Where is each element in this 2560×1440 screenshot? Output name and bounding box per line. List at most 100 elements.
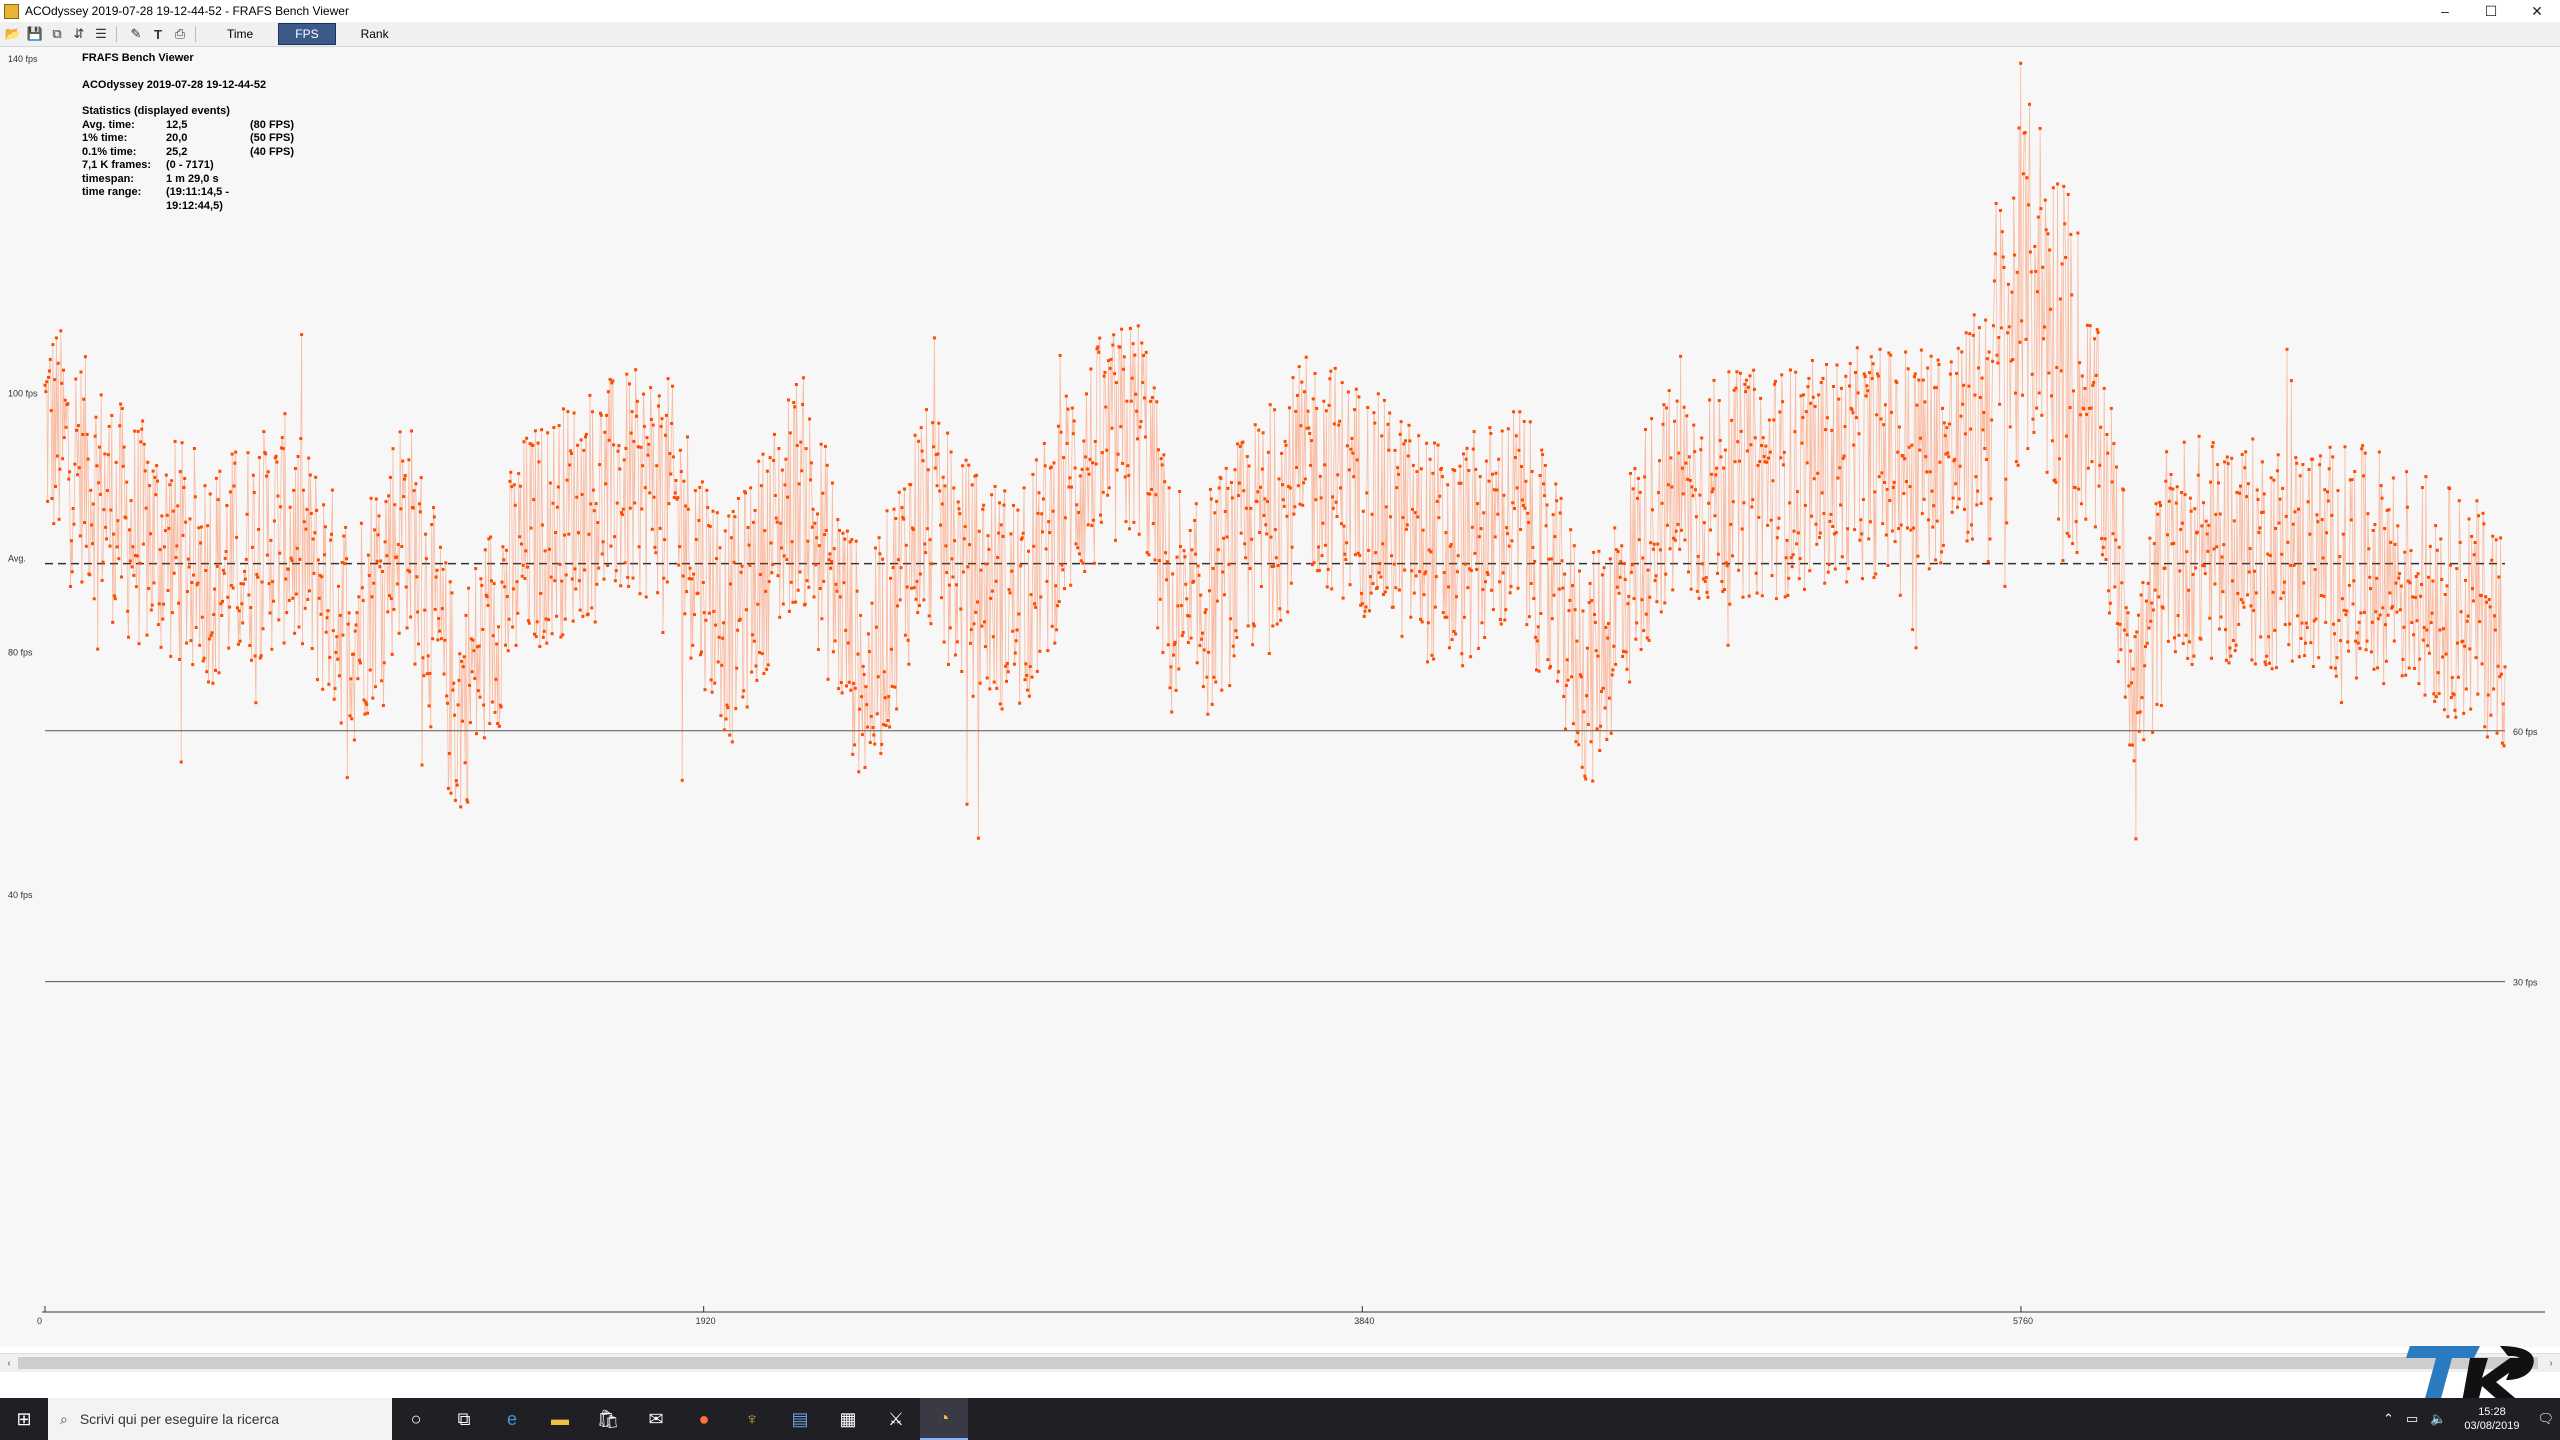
- fps-data-point: [1307, 426, 1311, 430]
- fps-data-point: [1751, 498, 1755, 502]
- fps-data-point: [513, 503, 517, 507]
- fps-data-point: [267, 582, 271, 586]
- minimize-button[interactable]: –: [2422, 0, 2468, 22]
- fps-data-point: [1917, 378, 1921, 382]
- compare-icon[interactable]: ⇵: [70, 25, 88, 43]
- fps-data-point: [213, 587, 217, 591]
- fps-data-point: [296, 455, 300, 458]
- fps-data-point: [236, 606, 239, 610]
- fps-data-point: [1791, 553, 1795, 557]
- fps-data-point: [953, 539, 957, 543]
- text-icon[interactable]: T: [149, 25, 167, 43]
- frafs-icon[interactable]: ◔: [920, 1398, 968, 1440]
- save-icon[interactable]: 💾: [26, 25, 44, 43]
- clock[interactable]: 15:28 03/08/2019: [2464, 1405, 2519, 1433]
- open-icon[interactable]: 📂: [4, 25, 22, 43]
- fps-data-point: [838, 528, 841, 532]
- fps-data-point: [2288, 622, 2292, 626]
- game-icon[interactable]: ⚔: [872, 1398, 920, 1440]
- volume-icon[interactable]: 🔈: [2430, 1411, 2446, 1427]
- task-view-icon[interactable]: ⧉: [440, 1398, 488, 1440]
- fps-data-point: [1936, 358, 1940, 362]
- fps-data-point: [840, 691, 844, 695]
- fps-data-point: [2148, 536, 2152, 540]
- fps-data-point: [776, 574, 780, 578]
- fps-data-point: [1267, 652, 1271, 655]
- store-icon[interactable]: 🛍: [584, 1398, 632, 1440]
- cortana-icon[interactable]: ○: [392, 1398, 440, 1440]
- fps-data-point: [2139, 593, 2143, 597]
- print-icon[interactable]: ⎙: [171, 25, 189, 43]
- fps-data-point: [1206, 712, 1210, 716]
- maximize-button[interactable]: ☐: [2468, 0, 2514, 22]
- fps-data-point: [2340, 701, 2343, 705]
- fps-data-point: [502, 558, 506, 562]
- chevron-up-icon[interactable]: ⌃: [2383, 1411, 2394, 1427]
- fps-data-point: [1395, 486, 1399, 490]
- taskbar-search-box[interactable]: ⌕ Scrivi qui per eseguire la ricerca: [48, 1398, 392, 1440]
- horizontal-scrollbar[interactable]: ‹ ›: [0, 1353, 2560, 1372]
- fps-data-point: [606, 390, 610, 394]
- scroll-right-arrow-icon[interactable]: ›: [2542, 1354, 2560, 1372]
- fps-data-point: [1913, 372, 1917, 376]
- notepad-icon[interactable]: ▤: [776, 1398, 824, 1440]
- scrollbar-thumb[interactable]: [18, 1357, 2538, 1369]
- fps-data-point: [2409, 549, 2413, 553]
- fps-data-point: [304, 527, 308, 531]
- app-icon[interactable]: ♆: [728, 1398, 776, 1440]
- fps-data-point: [2420, 486, 2424, 489]
- fps-data-point: [1596, 654, 1600, 658]
- fps-data-point: [2118, 622, 2122, 626]
- fps-data-point: [718, 546, 722, 550]
- fps-data-point: [2135, 630, 2139, 634]
- mail-icon[interactable]: ✉: [632, 1398, 680, 1440]
- fps-data-point: [884, 724, 888, 727]
- fps-data-point: [1098, 336, 1102, 340]
- fps-data-point: [1194, 502, 1198, 506]
- fps-data-point: [2071, 542, 2075, 546]
- fps-data-point: [1422, 593, 1426, 597]
- fps-data-point: [2398, 572, 2401, 576]
- photos-icon[interactable]: ▦: [824, 1398, 872, 1440]
- start-button[interactable]: ⊞: [0, 1398, 48, 1440]
- notification-icon[interactable]: 🗨: [2537, 1411, 2554, 1427]
- tab-fps[interactable]: FPS: [278, 23, 336, 45]
- close-button[interactable]: ✕: [2514, 0, 2560, 22]
- fps-data-point: [147, 587, 151, 590]
- fps-data-point: [1584, 777, 1588, 781]
- fps-data-point: [1311, 397, 1315, 401]
- fps-data-point: [214, 668, 217, 672]
- fps-data-point: [1196, 564, 1200, 568]
- fps-data-point: [936, 452, 940, 456]
- tab-rank[interactable]: Rank: [344, 23, 406, 45]
- fps-data-point: [1447, 585, 1451, 589]
- firefox-icon[interactable]: ●: [680, 1398, 728, 1440]
- fps-data-point: [891, 566, 895, 570]
- explorer-icon[interactable]: ▬: [536, 1398, 584, 1440]
- fps-data-point: [1099, 520, 1103, 524]
- fps-data-point: [2341, 532, 2345, 536]
- fps-data-point: [2493, 614, 2496, 618]
- scroll-left-arrow-icon[interactable]: ‹: [0, 1354, 18, 1372]
- fps-data-point: [321, 687, 325, 691]
- fps-data-point: [990, 589, 994, 593]
- fps-data-point: [1479, 527, 1483, 531]
- fps-data-point: [98, 492, 102, 496]
- fps-chart-area[interactable]: 140 fps 100 fps Avg. 80 fps 40 fps 60 fps 30 f…: [0, 47, 2560, 1347]
- fps-data-point: [2101, 545, 2105, 549]
- fps-data-point: [2261, 510, 2265, 514]
- fps-data-point: [2248, 547, 2252, 551]
- split-icon[interactable]: ☰: [92, 25, 110, 43]
- tab-time[interactable]: Time: [210, 23, 270, 45]
- settings-icon[interactable]: ✎: [127, 25, 145, 43]
- fps-data-point: [1080, 467, 1084, 471]
- network-icon[interactable]: ▭: [2406, 1411, 2418, 1427]
- fps-data-point: [829, 566, 833, 570]
- fps-data-point: [2082, 407, 2086, 411]
- copy-icon[interactable]: ⧉: [48, 25, 66, 43]
- fps-data-point: [410, 429, 413, 433]
- fps-data-point: [1703, 580, 1707, 583]
- fps-data-point: [144, 506, 148, 510]
- edge-icon[interactable]: e: [488, 1398, 536, 1440]
- fps-data-point: [1556, 670, 1560, 674]
